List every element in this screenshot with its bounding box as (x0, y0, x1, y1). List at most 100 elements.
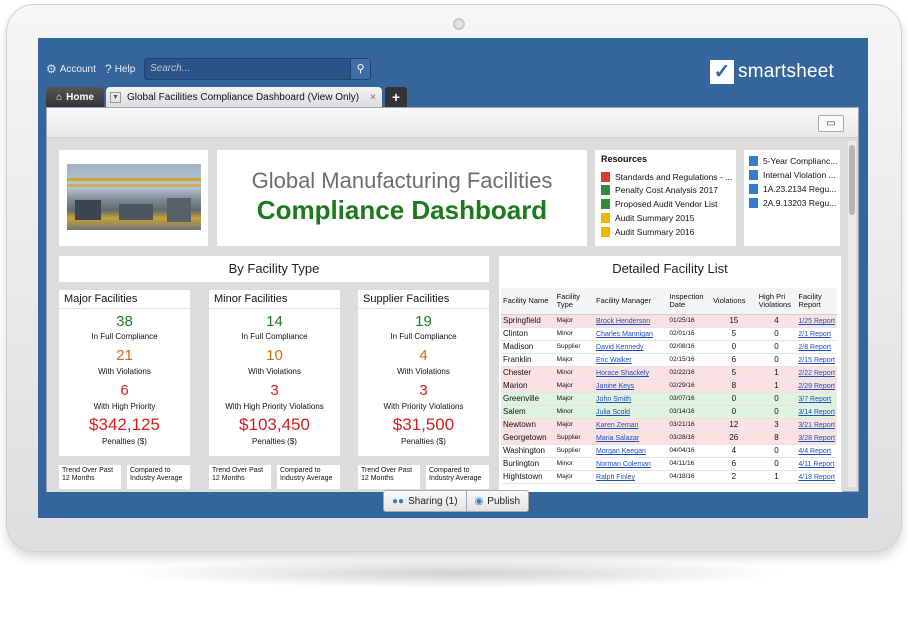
resource-link[interactable]: Proposed Audit Vendor List (601, 199, 718, 209)
facility-name-cell: Marion (501, 379, 555, 393)
sheet-link-label: Internal Violation ... (763, 170, 836, 180)
search-box[interactable]: Search... ⚲ (144, 58, 371, 80)
penalty-label: Penalties ($) (252, 437, 297, 446)
facility-manager-cell: Charles Mannigan (594, 327, 668, 341)
tab-dashboard[interactable]: ▼ Global Facilities Compliance Dashboard… (106, 87, 382, 107)
facility-summary-minor: Minor Facilities 14 In Full Compliance 1… (209, 290, 340, 456)
facility-report-cell: 2/8 Report (796, 340, 837, 354)
resource-label: Audit Summary 2015 (615, 213, 695, 223)
table-row[interactable]: Franklin Major Eric Walker 02/15/16 6 0 2/15 R… (501, 353, 837, 367)
inspection-date-cell: 02/01/16 (667, 327, 712, 341)
facility-report-cell-link[interactable]: 1/25 Report (798, 318, 835, 325)
resource-link[interactable]: Audit Summary 2016 (601, 227, 694, 237)
column-header[interactable]: High Pri Violations (756, 288, 797, 315)
tab-home[interactable]: ⌂ Home (46, 87, 104, 107)
facility-manager-cell-link[interactable]: Charles Mannigan (596, 331, 653, 338)
table-row[interactable]: Georgetown Supplier Maria Salazar 03/28/16 2… (501, 431, 837, 445)
facility-name-cell: Hightstown (501, 470, 555, 484)
facility-report-cell-link[interactable]: 4/18 Report (798, 474, 835, 481)
help-label: Help (114, 63, 136, 75)
facility-report-cell-link[interactable]: 3/7 Report (798, 396, 831, 403)
facility-manager-cell-link[interactable]: David Kennedy (596, 344, 643, 351)
full-compliance-label: In Full Compliance (390, 332, 457, 341)
facility-report-cell-link[interactable]: 2/8 Report (798, 344, 831, 351)
high-priority-count: 6 (120, 382, 129, 399)
facility-report-cell-link[interactable]: 2/15 Report (798, 357, 835, 364)
column-header[interactable]: Violations (711, 288, 757, 315)
high-pri-violations-cell: 0 (756, 444, 797, 458)
high-priority-label: With High Priority Violations (225, 402, 324, 411)
facility-report-cell-link[interactable]: 2/1 Report (798, 331, 831, 338)
facility-manager-cell-link[interactable]: Norman Coleman (596, 461, 651, 468)
image-beam (67, 178, 201, 181)
facility-manager-cell-link[interactable]: Julia Scold (596, 409, 630, 416)
table-row[interactable]: Hightstown Major Ralph Finley 04/18/16 2 1 4/1… (501, 470, 837, 484)
resource-link[interactable]: Standards and Regulations - ... (601, 172, 732, 182)
facility-manager-cell-link[interactable]: Brock Henderson (596, 318, 650, 325)
column-header[interactable]: Facility Name (501, 288, 555, 315)
compare-widget: Compared to Industry Average (127, 465, 190, 489)
factory-image (67, 164, 201, 230)
facility-manager-cell-link[interactable]: Maria Salazar (596, 435, 639, 442)
sheet-link[interactable]: 1A.23.2134 Regu... (749, 184, 836, 194)
account-menu[interactable]: ⚙ Account (46, 62, 96, 76)
facility-manager-cell-link[interactable]: Janine Keys (596, 383, 634, 390)
facility-name-cell: Franklin (501, 353, 555, 367)
facility-report-cell-link[interactable]: 4/4 Report (798, 448, 831, 455)
table-row[interactable]: Newtown Major Karen Zeman 03/21/16 12 3 3/21 R… (501, 418, 837, 432)
sheet-link[interactable]: 2A.9.13203 Regu... (749, 198, 836, 208)
facility-manager-cell-link[interactable]: Ralph Finley (596, 474, 635, 481)
table-row[interactable]: Marion Major Janine Keys 02/29/16 8 1 2/29 Rep… (501, 379, 837, 393)
sharing-button[interactable]: ●● Sharing (1) (383, 490, 467, 512)
column-header[interactable]: Facility Type (554, 288, 595, 315)
table-row[interactable]: Chester Minor Horace Shackely 02/22/16 5 1 2/2… (501, 366, 837, 380)
facility-type-cell: Supplier (554, 444, 595, 458)
penalty-label: Penalties ($) (102, 437, 147, 446)
violations-cell: 2 (711, 470, 757, 484)
facility-report-cell-link[interactable]: 3/28 Report (798, 435, 835, 442)
logo-text: smartsheet (738, 61, 834, 82)
column-header[interactable]: Inspection Date (667, 288, 712, 315)
table-row[interactable]: Salem Minor Julia Scold 03/14/16 0 0 3/14 Repo… (501, 405, 837, 419)
resource-link[interactable]: Audit Summary 2015 (601, 213, 694, 223)
table-row[interactable]: Washington Supplier Morgan Keegan 04/04/16 4… (501, 444, 837, 458)
resource-label: Proposed Audit Vendor List (615, 199, 718, 209)
full-compliance-count: 38 (116, 313, 133, 330)
search-icon[interactable]: ⚲ (350, 59, 370, 79)
high-pri-violations-cell: 1 (756, 470, 797, 484)
facility-report-cell-link[interactable]: 3/14 Report (798, 409, 835, 416)
facility-manager-cell-link[interactable]: Karen Zeman (596, 422, 638, 429)
table-row[interactable]: Greenville Major John Smith 03/07/16 0 0 3/7 R… (501, 392, 837, 406)
violations-count: 10 (266, 347, 283, 364)
column-header[interactable]: Facility Manager (594, 288, 668, 315)
scrollbar-thumb[interactable] (849, 145, 855, 215)
table-row[interactable]: Madison Supplier David Kennedy 02/08/16 0 0 2/… (501, 340, 837, 354)
resource-link[interactable]: Penalty Cost Analysis 2017 (601, 185, 718, 195)
excel-icon (601, 199, 610, 209)
table-row[interactable]: Clinton Minor Charles Mannigan 02/01/16 5 0 2/… (501, 327, 837, 341)
publish-button[interactable]: ◉ Publish (466, 490, 530, 512)
help-menu[interactable]: ? Help (105, 62, 135, 76)
facility-manager-cell-link[interactable]: John Smith (596, 396, 631, 403)
vertical-scrollbar[interactable] (848, 141, 856, 487)
facility-manager-cell-link[interactable]: Horace Shackely (596, 370, 649, 377)
facility-report-cell-link[interactable]: 2/29 Report (798, 383, 835, 390)
facility-report-cell-link[interactable]: 3/21 Report (798, 422, 835, 429)
column-header[interactable]: Facility Report (796, 288, 837, 315)
resources-heading: Resources (601, 154, 648, 164)
tab-dropdown-icon[interactable]: ▼ (110, 91, 121, 103)
app-screen: ⚙ Account ? Help Search... ⚲ ✓ smartshee… (38, 38, 868, 518)
hero-image-widget (59, 150, 208, 246)
facility-manager-cell-link[interactable]: Morgan Keegan (596, 448, 646, 455)
add-tab-button[interactable]: + (385, 87, 407, 107)
table-row[interactable]: Burlington Minor Norman Coleman 04/11/16 6 0 4… (501, 457, 837, 471)
presentation-mode-button[interactable]: ▭ (818, 115, 844, 132)
search-input[interactable]: Search... (150, 63, 190, 74)
sheet-link[interactable]: 5-Year Complianc... (749, 156, 837, 166)
close-icon[interactable]: × (370, 92, 376, 103)
sheet-link[interactable]: Internal Violation ... (749, 170, 836, 180)
table-row[interactable]: Springfield Major Brock Henderson 01/25/16 1… (501, 314, 837, 328)
facility-report-cell-link[interactable]: 2/22 Report (798, 370, 835, 377)
facility-manager-cell-link[interactable]: Eric Walker (596, 357, 632, 364)
facility-report-cell-link[interactable]: 4/11 Report (798, 461, 834, 468)
